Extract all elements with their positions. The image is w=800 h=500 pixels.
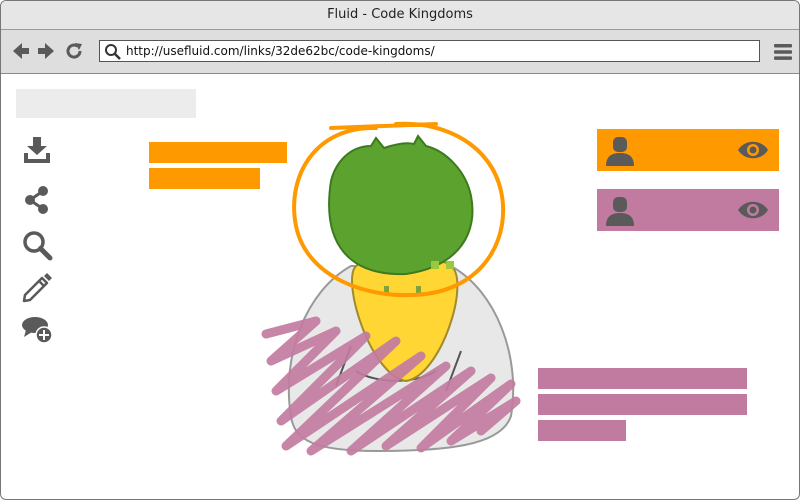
pink-text-placeholder-3 xyxy=(538,420,626,441)
duck-head xyxy=(328,134,474,276)
eye-icon[interactable] xyxy=(737,200,769,220)
page-content xyxy=(1,74,799,499)
reload-icon[interactable] xyxy=(63,40,85,62)
back-arrow-icon[interactable] xyxy=(10,40,32,62)
navigation-bar xyxy=(1,30,799,74)
title-bar: Fluid - Code Kingdoms xyxy=(1,1,799,30)
magnifier-icon[interactable] xyxy=(21,229,53,261)
search-icon xyxy=(105,44,121,60)
add-comment-icon[interactable] xyxy=(21,314,53,346)
hamburger-menu-icon[interactable] xyxy=(773,42,793,62)
address-bar[interactable] xyxy=(99,40,760,62)
user-orange[interactable] xyxy=(597,129,779,171)
pink-text-placeholder-1 xyxy=(538,368,747,389)
share-icon[interactable] xyxy=(21,184,53,216)
forward-arrow-icon[interactable] xyxy=(35,40,57,62)
window-title: Fluid - Code Kingdoms xyxy=(327,7,473,22)
title-placeholder-bar xyxy=(16,89,196,118)
pencil-icon[interactable] xyxy=(21,271,53,303)
browser-window: Fluid - Code Kingdoms xyxy=(0,0,800,500)
download-icon[interactable] xyxy=(21,134,53,166)
eye-icon[interactable] xyxy=(737,140,769,160)
user-icon xyxy=(606,197,634,226)
orange-text-placeholder-2 xyxy=(149,168,260,189)
user-icon xyxy=(606,137,634,166)
duck-character-illustration xyxy=(261,121,521,456)
pink-text-placeholder-2 xyxy=(538,394,747,415)
url-input[interactable] xyxy=(126,42,751,60)
user-pink[interactable] xyxy=(597,189,779,231)
